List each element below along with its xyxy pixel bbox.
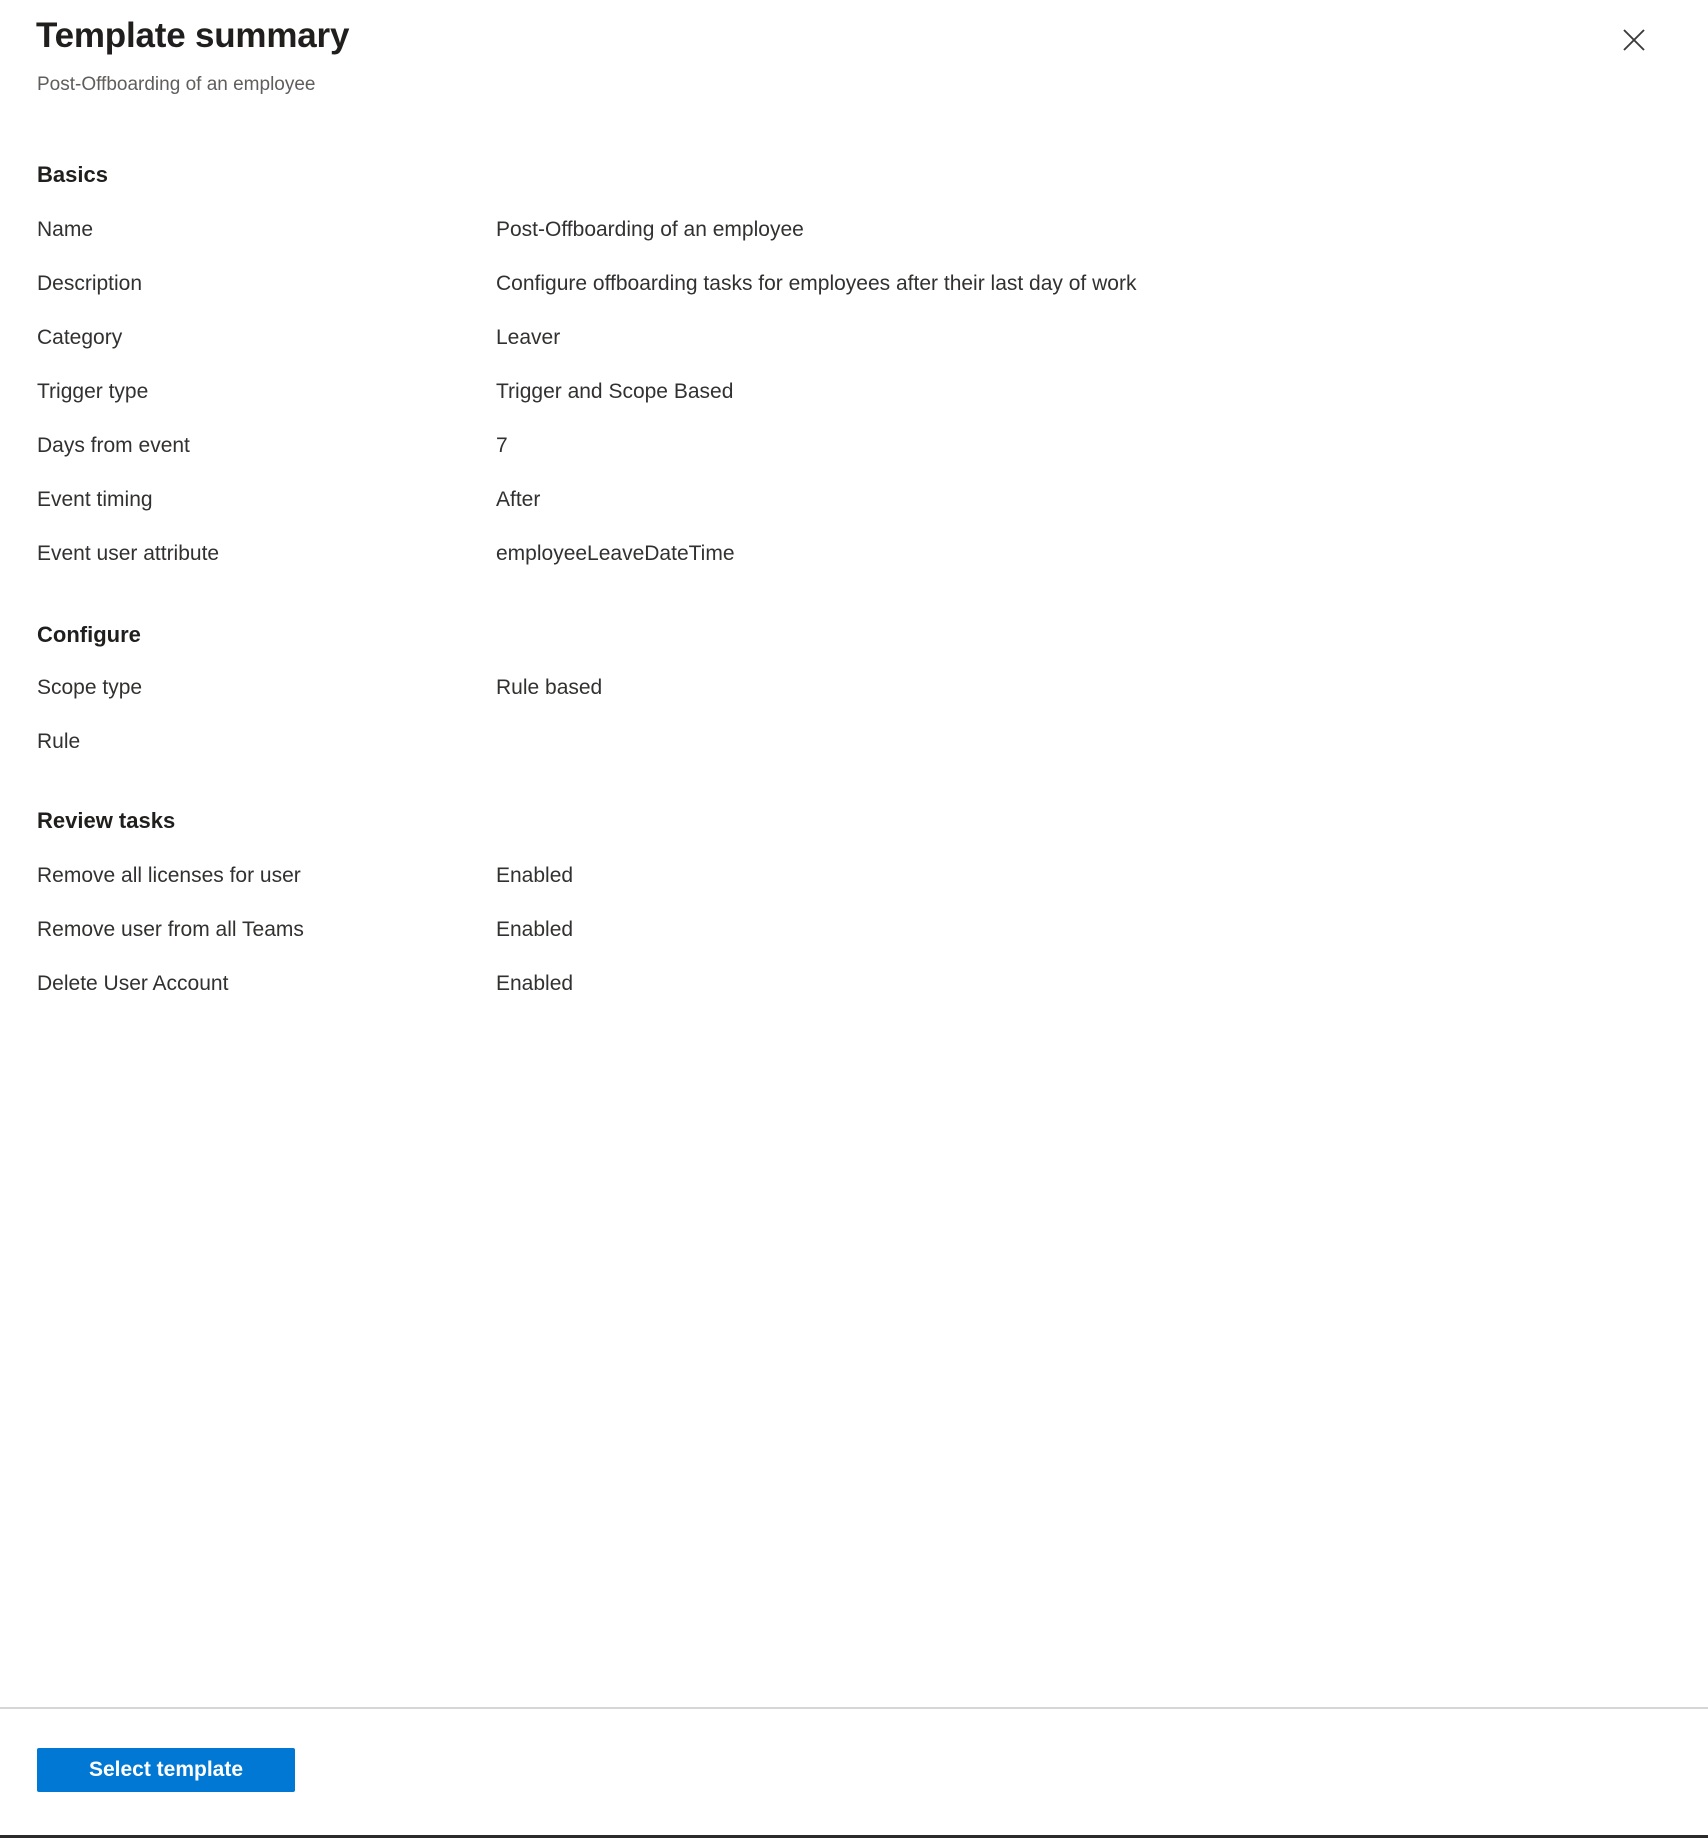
- summary-content: Basics Name Post-Offboarding of an emplo…: [0, 160, 1708, 1024]
- page-title: Template summary: [36, 16, 350, 55]
- basics-rows: Name Post-Offboarding of an employee Des…: [0, 216, 1708, 594]
- table-row: Rule: [0, 728, 1708, 782]
- row-label: Delete User Account: [37, 972, 229, 995]
- section-heading-review-tasks: Review tasks: [37, 808, 176, 833]
- row-label: Remove user from all Teams: [37, 918, 304, 941]
- row-value: After: [496, 488, 541, 511]
- row-value: Trigger and Scope Based: [496, 380, 734, 403]
- section-heading-configure: Configure: [37, 622, 141, 647]
- blade-header: Template summary Post-Offboarding of an …: [0, 0, 1708, 118]
- row-value: Rule based: [496, 676, 603, 699]
- row-value: Configure offboarding tasks for employee…: [496, 272, 1137, 295]
- status-badge: Enabled: [496, 918, 574, 941]
- row-label: Remove all licenses for user: [37, 864, 301, 887]
- configure-rows: Scope type Rule based Rule: [0, 674, 1708, 782]
- section-heading-basics: Basics: [37, 162, 108, 187]
- review-tasks-rows: Remove all licenses for user Enabled Rem…: [0, 862, 1708, 1024]
- row-label: Event user attribute: [37, 542, 220, 565]
- table-row: Description Configure offboarding tasks …: [0, 270, 1708, 324]
- row-value: employeeLeaveDateTime: [496, 542, 735, 565]
- page-subtitle: Post-Offboarding of an employee: [37, 74, 316, 95]
- status-badge: Enabled: [496, 864, 574, 887]
- close-icon: [1622, 28, 1646, 52]
- section-configure: Configure Scope type Rule based Rule: [0, 620, 1708, 782]
- row-value: Leaver: [496, 326, 561, 349]
- section-basics: Basics Name Post-Offboarding of an emplo…: [0, 160, 1708, 594]
- table-row: Category Leaver: [0, 324, 1708, 378]
- table-row: Trigger type Trigger and Scope Based: [0, 378, 1708, 432]
- table-row: Delete User Account Enabled: [0, 970, 1708, 1024]
- row-label: Description: [37, 272, 143, 295]
- select-template-button[interactable]: Select template: [37, 1748, 295, 1792]
- row-label: Name: [37, 218, 94, 241]
- row-label: Days from event: [37, 434, 190, 457]
- table-row: Event timing After: [0, 486, 1708, 540]
- table-row: Scope type Rule based: [0, 674, 1708, 728]
- table-row: Remove user from all Teams Enabled: [0, 916, 1708, 970]
- blade-footer: Select template: [0, 1707, 1708, 1838]
- table-row: Remove all licenses for user Enabled: [0, 862, 1708, 916]
- row-label: Category: [37, 326, 123, 349]
- table-row: Event user attribute employeeLeaveDateTi…: [0, 540, 1708, 594]
- row-value: 7: [496, 434, 508, 457]
- close-button[interactable]: [1612, 18, 1656, 62]
- status-badge: Enabled: [496, 972, 574, 995]
- row-label: Rule: [37, 730, 81, 753]
- section-review-tasks: Review tasks Remove all licenses for use…: [0, 806, 1708, 1024]
- row-label: Trigger type: [37, 380, 149, 403]
- row-label: Scope type: [37, 676, 143, 699]
- row-value: Post-Offboarding of an employee: [496, 218, 804, 241]
- table-row: Days from event 7: [0, 432, 1708, 486]
- row-label: Event timing: [37, 488, 153, 511]
- table-row: Name Post-Offboarding of an employee: [0, 216, 1708, 270]
